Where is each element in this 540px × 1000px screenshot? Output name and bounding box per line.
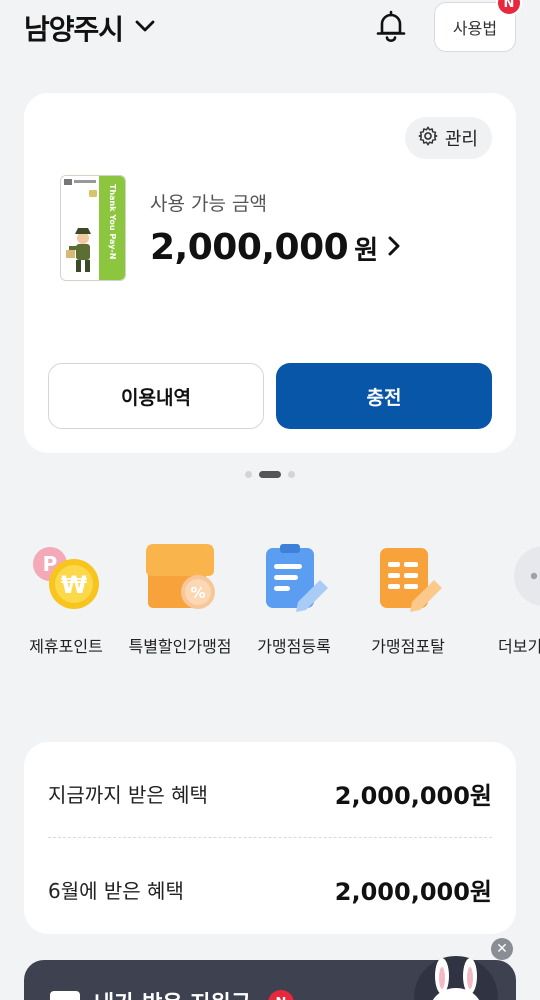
card-brand-text: Thank You Pay-N — [108, 184, 117, 259]
benefit-value: 2,000,000원 — [334, 781, 492, 810]
pager-dot-active[interactable] — [259, 471, 281, 478]
benefit-label: 6월에 받은 혜택 — [48, 878, 184, 903]
bell-icon[interactable] — [372, 6, 410, 44]
balance-link[interactable]: 2,000,000 원 — [150, 227, 404, 268]
city-name: 남양주시 — [24, 13, 124, 46]
menu-label: 제휴포인트 — [29, 637, 103, 656]
store-register-icon — [256, 540, 332, 616]
wallet-icon — [50, 991, 80, 1000]
menu-label: 가맹점등록 — [257, 637, 331, 656]
balance-currency: 원 — [354, 236, 379, 266]
menu-label: 더보기 — [498, 637, 540, 656]
app-header: 남양주시 사용법 N — [0, 0, 540, 56]
benefit-value: 2,000,000원 — [334, 877, 492, 906]
manage-label: 관리 — [444, 129, 478, 150]
city-selector[interactable]: 남양주시 — [24, 8, 157, 48]
benefit-label: 지금까지 받은 혜택 — [48, 782, 208, 807]
dashed-divider — [48, 837, 492, 838]
menu-item-more[interactable]: 더보기 — [462, 540, 540, 657]
balance-amount: 2,000,000 — [150, 227, 349, 268]
pager-dot[interactable] — [245, 471, 252, 478]
menu-label: 가맹점포탈 — [371, 637, 445, 656]
menu-item-store-register[interactable]: 가맹점등록 — [234, 540, 354, 657]
gear-icon — [417, 125, 439, 152]
pager-dot[interactable] — [288, 471, 295, 478]
chevron-right-icon — [384, 233, 404, 263]
pay-card-panel: 관리 Thank You Pay-N 사용 가능 금액 2,000,000 원 … — [24, 93, 516, 453]
banner-new-badge: N — [268, 990, 294, 1000]
howto-label: 사용법 — [452, 19, 498, 38]
benefit-summary: 지금까지 받은 혜택 2,000,000원 6월에 받은 혜택 2,000,00… — [24, 742, 516, 934]
more-icon — [484, 540, 540, 616]
svg-text:%: % — [190, 584, 205, 602]
manage-button[interactable]: 관리 — [404, 117, 492, 159]
menu-label: 특별할인가맹점 — [128, 637, 232, 656]
svg-text:₩: ₩ — [61, 571, 88, 599]
rabbit-mascot-icon — [412, 950, 500, 1000]
quick-menu: P ₩ 제휴포인트 % 특별할인가맹점 가맹점등록 가맹점포탈 더보기 — [0, 540, 540, 670]
history-button-label: 이용내역 — [121, 386, 191, 409]
discount-store-icon: % — [142, 540, 218, 616]
chevron-down-icon — [133, 14, 157, 42]
store-portal-icon — [370, 540, 446, 616]
history-button[interactable]: 이용내역 — [48, 363, 264, 429]
menu-item-store-portal[interactable]: 가맹점포탈 — [348, 540, 468, 657]
menu-item-discount-store[interactable]: % 특별할인가맹점 — [120, 540, 240, 657]
pay-card-image: Thank You Pay-N — [60, 175, 126, 281]
banner-text: 내가 받은 지원금 — [94, 986, 251, 1000]
charge-button-label: 충전 — [366, 386, 402, 409]
benefit-row-month: 6월에 받은 혜택 2,000,000원 — [48, 869, 492, 909]
charge-button[interactable]: 충전 — [276, 363, 492, 429]
benefit-row-total: 지금까지 받은 혜택 2,000,000원 — [48, 773, 492, 813]
partner-point-icon: P ₩ — [28, 540, 104, 616]
card-pager — [0, 471, 540, 478]
available-amount-label: 사용 가능 금액 — [150, 193, 267, 215]
menu-item-partner-point[interactable]: P ₩ 제휴포인트 — [6, 540, 126, 657]
